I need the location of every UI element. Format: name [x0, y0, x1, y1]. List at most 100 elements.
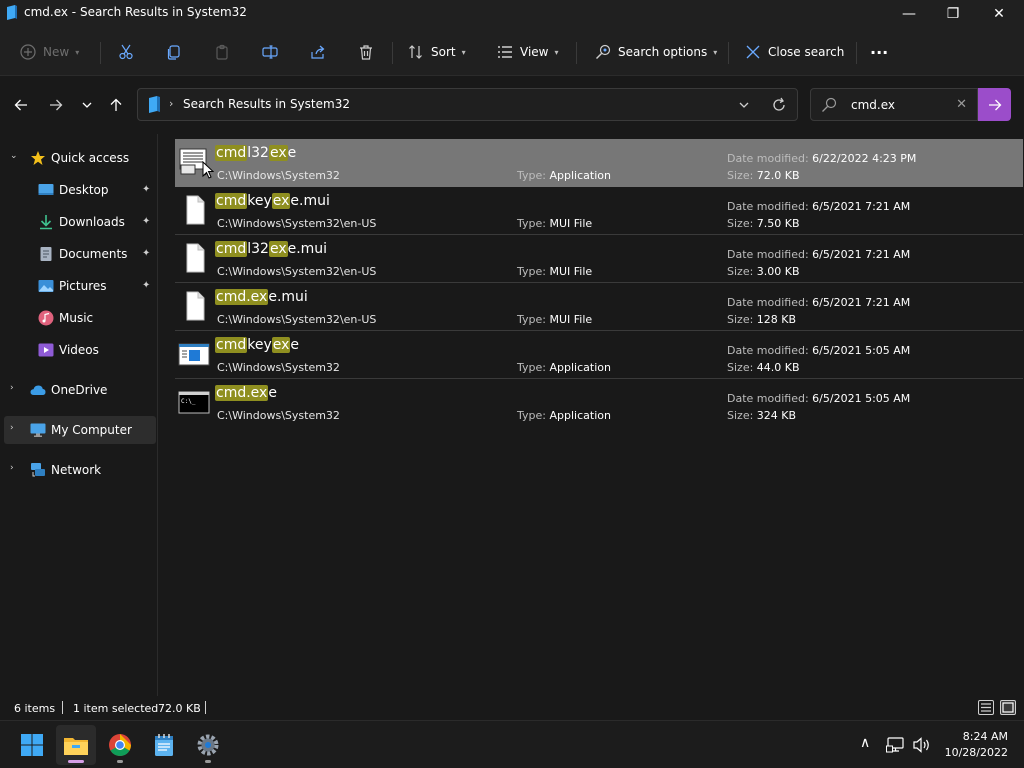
- sidebar-item-videos[interactable]: Videos: [4, 336, 156, 364]
- breadcrumb-chevron-icon: ›: [169, 97, 174, 110]
- taskbar-chrome[interactable]: [100, 725, 140, 765]
- active-app-indicator: [68, 760, 84, 763]
- search-options-button[interactable]: Search options ▾: [595, 38, 717, 66]
- file-path: C:\Windows\System32\en-US: [217, 217, 377, 230]
- sidebar-item-desktop[interactable]: Desktop ✦: [4, 176, 156, 204]
- table-row[interactable]: cmdl32exe.mui C:\Windows\System32\en-US …: [175, 235, 1023, 283]
- search-box[interactable]: ✕: [810, 88, 978, 121]
- clock-time: 8:24 AM: [962, 730, 1008, 743]
- chevron-down-icon: [82, 102, 92, 108]
- file-date-modified: Date modified: 6/5/2021 5:05 AM: [727, 392, 911, 405]
- breadcrumb[interactable]: Search Results in System32: [183, 97, 350, 111]
- taskbar-settings[interactable]: [188, 725, 228, 765]
- taskbar-notepad[interactable]: [144, 725, 184, 765]
- maximize-button[interactable]: ❐: [930, 0, 976, 28]
- pin-icon[interactable]: ✦: [142, 184, 150, 195]
- new-plus-icon: [20, 44, 36, 60]
- network-status-icon[interactable]: [886, 736, 906, 754]
- sort-button[interactable]: Sort ▾: [408, 38, 466, 66]
- arrow-right-icon: [50, 99, 63, 111]
- sidebar-item-music[interactable]: Music: [4, 304, 156, 332]
- download-icon: [40, 215, 52, 230]
- close-icon: ✕: [993, 6, 1005, 22]
- tray-overflow-icon[interactable]: ∧: [860, 735, 870, 751]
- file-date-modified: Date modified: 6/5/2021 7:21 AM: [727, 200, 911, 213]
- pin-icon[interactable]: ✦: [142, 280, 150, 291]
- file-size: Size: 128 KB: [727, 313, 797, 326]
- sidebar-item-documents[interactable]: Documents ✦: [4, 240, 156, 268]
- file-type: Type: MUI File: [517, 217, 593, 230]
- search-input[interactable]: [851, 95, 951, 115]
- address-bar[interactable]: › Search Results in System32: [137, 88, 798, 121]
- sidebar-item-label: Downloads: [59, 215, 125, 229]
- maximize-icon: ❐: [946, 6, 960, 22]
- clock[interactable]: 8:24 AM 10/28/2022: [945, 729, 1008, 761]
- file-name[interactable]: cmd.exe: [215, 385, 277, 401]
- videos-icon: [38, 343, 54, 357]
- delete-button[interactable]: [358, 38, 374, 66]
- view-button[interactable]: View ▾: [497, 38, 559, 66]
- recent-locations-button[interactable]: [76, 94, 98, 116]
- file-size: Size: 72.0 KB: [727, 169, 800, 182]
- up-button[interactable]: [105, 94, 127, 116]
- search-go-button[interactable]: [978, 88, 1011, 121]
- sidebar-item-onedrive[interactable]: › OneDrive: [4, 376, 156, 404]
- file-name[interactable]: cmdkeyexe.mui: [215, 193, 330, 209]
- tiles-view-button[interactable]: [1000, 700, 1016, 715]
- rename-button[interactable]: [262, 38, 278, 66]
- taskbar-file-explorer[interactable]: [56, 725, 96, 765]
- cut-button[interactable]: [118, 38, 134, 66]
- chevron-down-icon: ▾: [713, 47, 718, 57]
- volume-icon[interactable]: [912, 736, 932, 754]
- sidebar-item-quick-access[interactable]: ⌄ Quick access: [4, 144, 156, 172]
- document-icon: [40, 247, 52, 261]
- sidebar-item-pictures[interactable]: Pictures ✦: [4, 272, 156, 300]
- share-button[interactable]: [310, 38, 326, 66]
- file-name[interactable]: cmdl32exe.mui: [215, 241, 327, 257]
- file-icon: [186, 195, 205, 225]
- refresh-icon[interactable]: [771, 96, 787, 114]
- more-options-icon: ···: [870, 42, 889, 62]
- search-results-list: cmdl32exe C:\Windows\System32 Type: Appl…: [159, 134, 1024, 696]
- address-dropdown-icon[interactable]: [737, 96, 751, 114]
- table-row[interactable]: cmdkeyexe C:\Windows\System32 Type: Appl…: [175, 331, 1023, 379]
- table-row[interactable]: cmd.exe.mui C:\Windows\System32\en-US Ty…: [175, 283, 1023, 331]
- minimize-button[interactable]: —: [886, 0, 932, 28]
- copy-button[interactable]: [166, 38, 182, 66]
- sidebar-item-network[interactable]: › Network: [4, 456, 156, 484]
- sidebar-item-my-computer[interactable]: › My Computer: [4, 416, 156, 444]
- file-name[interactable]: cmdkeyexe: [215, 337, 299, 353]
- expand-chevron-icon[interactable]: ⌄: [10, 151, 18, 161]
- details-view-button[interactable]: [978, 700, 994, 715]
- new-button[interactable]: New ▾: [20, 38, 79, 66]
- paste-button[interactable]: [214, 38, 230, 66]
- clear-search-icon[interactable]: ✕: [956, 97, 967, 112]
- toolbar-divider: [392, 42, 393, 64]
- expand-chevron-icon[interactable]: ›: [10, 463, 14, 473]
- forward-button[interactable]: [45, 94, 67, 116]
- file-date-modified: Date modified: 6/5/2021 7:21 AM: [727, 296, 911, 309]
- start-button[interactable]: [12, 725, 52, 765]
- console-icon: C:\_: [178, 391, 210, 414]
- table-row[interactable]: cmdl32exe C:\Windows\System32 Type: Appl…: [175, 139, 1023, 187]
- table-row[interactable]: C:\_ cmd.exe C:\Windows\System32 Type: A…: [175, 379, 1023, 427]
- close-button[interactable]: ✕: [976, 0, 1022, 28]
- file-path: C:\Windows\System32\en-US: [217, 265, 377, 278]
- notepad-icon: [155, 734, 173, 756]
- expand-chevron-icon[interactable]: ›: [10, 383, 14, 393]
- sidebar-item-downloads[interactable]: Downloads ✦: [4, 208, 156, 236]
- toolbar-divider: [576, 42, 577, 64]
- file-name[interactable]: cmdl32exe: [215, 145, 296, 161]
- pin-icon[interactable]: ✦: [142, 248, 150, 259]
- toolbar-divider: [100, 42, 101, 64]
- tiles-view-icon: [1002, 702, 1014, 713]
- file-name[interactable]: cmd.exe.mui: [215, 289, 308, 305]
- title-bar: cmd.ex - Search Results in System32 — ❐ …: [0, 0, 1024, 28]
- more-options-button[interactable]: ···: [870, 38, 888, 66]
- close-search-button[interactable]: Close search: [745, 38, 844, 66]
- selection-status: 1 item selected: [73, 702, 159, 715]
- table-row[interactable]: cmdkeyexe.mui C:\Windows\System32\en-US …: [175, 187, 1023, 235]
- back-button[interactable]: [10, 94, 32, 116]
- expand-chevron-icon[interactable]: ›: [10, 423, 14, 433]
- pin-icon[interactable]: ✦: [142, 216, 150, 227]
